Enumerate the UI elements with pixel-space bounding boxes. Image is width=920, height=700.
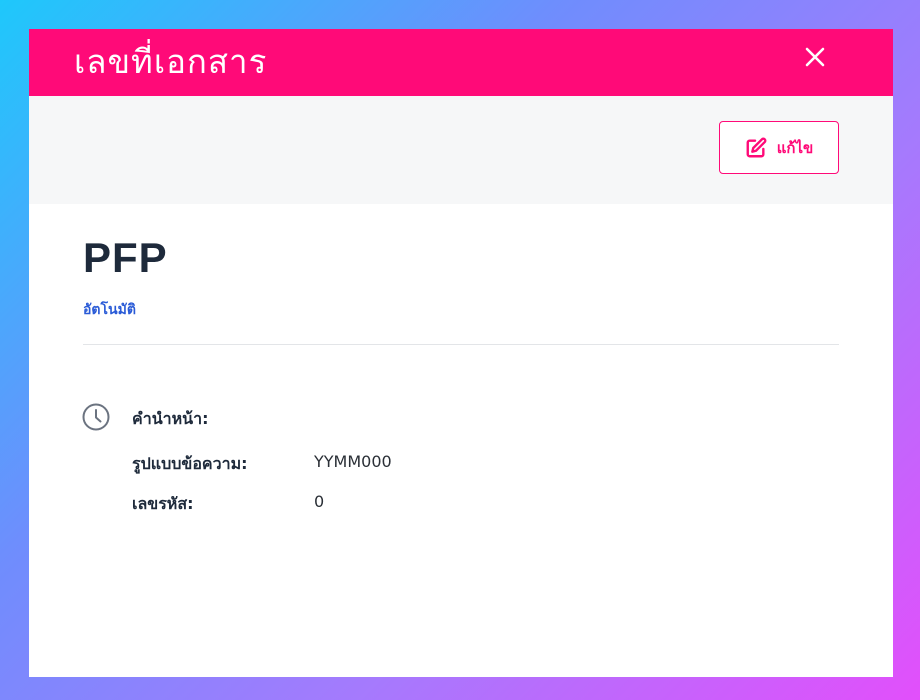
clock-icon xyxy=(82,403,110,431)
document-number-modal: เลขที่เอกสาร แก้ไข PFP อัตโนมัติ คำนำหน้… xyxy=(29,29,893,677)
number-row: เลขรหัส: 0 xyxy=(132,492,324,517)
prefix-row: คำนำหน้า: xyxy=(132,407,208,432)
close-icon xyxy=(805,47,825,67)
number-value: 0 xyxy=(314,492,325,511)
format-value: YYMM000 xyxy=(314,452,392,471)
toolbar: แก้ไข xyxy=(29,96,893,204)
modal-header: เลขที่เอกสาร xyxy=(29,29,893,96)
format-row: รูปแบบข้อความ: YYMM000 xyxy=(132,452,392,477)
close-button[interactable] xyxy=(803,45,827,69)
edit-icon xyxy=(746,137,767,157)
document-code: PFP xyxy=(83,234,168,281)
edit-button[interactable]: แก้ไข xyxy=(719,121,839,174)
edit-button-label: แก้ไข xyxy=(776,138,814,157)
modal-title: เลขที่เอกสาร xyxy=(74,42,268,81)
number-label: เลขรหัส: xyxy=(132,494,194,513)
numbering-mode: อัตโนมัติ xyxy=(83,302,136,318)
prefix-label: คำนำหน้า: xyxy=(132,409,209,428)
divider xyxy=(83,344,839,345)
format-label: รูปแบบข้อความ: xyxy=(132,454,248,473)
